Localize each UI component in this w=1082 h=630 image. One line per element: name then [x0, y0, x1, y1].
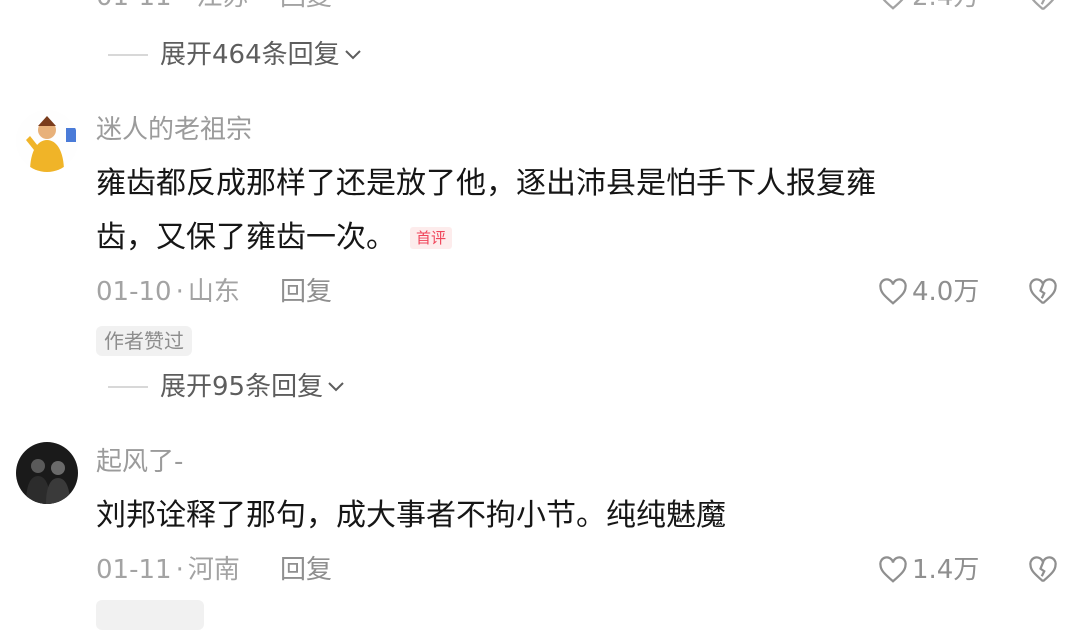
heart-icon: [878, 278, 908, 306]
divider-line: [108, 54, 148, 56]
first-comment-badge: 首评: [410, 227, 453, 249]
partial-reply-button[interactable]: 回复: [280, 0, 332, 12]
author-liked-tag: 作者赞过: [96, 326, 192, 356]
like-button[interactable]: 4.0万: [878, 276, 979, 308]
partial-meta: 01-11 · 江苏: [96, 0, 248, 12]
comment-text: 刘邦诠释了那句，成大事者不拘小节。纯纯魅魔: [96, 498, 726, 533]
heart-icon: [878, 0, 908, 11]
comment-meta: 01-10 · 山东: [96, 276, 240, 308]
like-button[interactable]: 1.4万: [878, 554, 979, 586]
avatar[interactable]: [16, 442, 78, 504]
broken-heart-icon: [1028, 0, 1058, 12]
meta-dot: ·: [175, 555, 184, 585]
chevron-down-icon: [344, 49, 362, 61]
broken-heart-icon: [1028, 556, 1058, 584]
meta-dot: ·: [175, 277, 184, 307]
avatar[interactable]: [16, 110, 78, 172]
comment-text-line2: 齿，又保了雍齿一次。 首评: [96, 218, 453, 258]
partial-like-count: 2.4万: [912, 0, 979, 12]
expand-replies-label: 展开95条回复: [160, 372, 324, 402]
comment-location: 山东: [187, 277, 240, 307]
dislike-button[interactable]: [1028, 278, 1058, 306]
comment-text: 雍齿都反成那样了还是放了他，逐出沛县是怕手下人报复雍: [96, 166, 876, 201]
comment-username[interactable]: 迷人的老祖宗: [96, 114, 252, 146]
comment-meta: 01-11 · 河南: [96, 554, 240, 586]
heart-icon: [878, 556, 908, 584]
author-liked-tag-partial: [96, 600, 204, 630]
dislike-button[interactable]: [1028, 556, 1058, 584]
comment-username[interactable]: 起风了-: [96, 446, 183, 478]
like-count: 4.0万: [912, 277, 980, 307]
comment-location: 河南: [187, 555, 240, 585]
expand-replies-button[interactable]: 展开95条回复: [108, 370, 345, 404]
partial-like-button[interactable]: 2.4万: [878, 0, 979, 12]
reply-button[interactable]: 回复: [280, 554, 332, 586]
comment-text-continued: 齿，又保了雍齿一次。: [96, 220, 396, 255]
like-count: 1.4万: [912, 555, 980, 585]
comment-date: 01-11: [96, 555, 172, 585]
expand-replies-button[interactable]: 展开464条回复: [108, 38, 362, 72]
expand-replies-label: 展开464条回复: [160, 40, 340, 70]
divider-line: [108, 386, 148, 388]
comment-date: 01-10: [96, 277, 172, 307]
reply-button[interactable]: 回复: [280, 276, 332, 308]
chevron-down-icon: [327, 381, 345, 393]
broken-heart-icon: [1028, 278, 1058, 306]
partial-dislike-button[interactable]: [1028, 0, 1058, 12]
